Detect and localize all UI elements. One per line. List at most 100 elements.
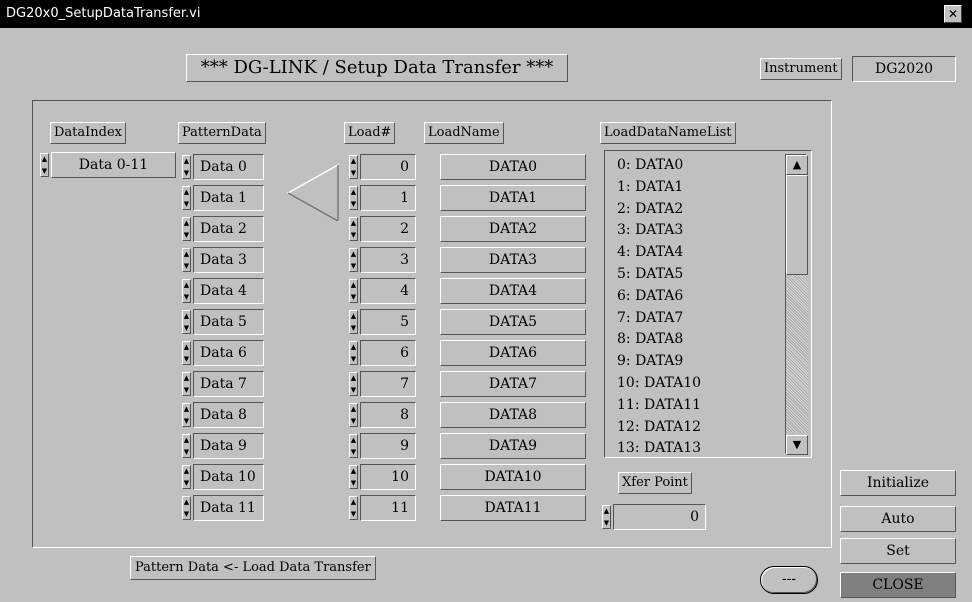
stepper-down-icon[interactable]: ▼ — [183, 385, 190, 397]
pattern-data-control[interactable]: ▲ ▼ Data 4 — [182, 278, 264, 304]
load-num-control-field[interactable]: 11 — [360, 495, 416, 521]
load-name-field[interactable]: DATA3 — [440, 247, 586, 273]
pattern-data-control-field[interactable]: Data 6 — [193, 340, 264, 366]
pattern-data-control-field[interactable]: Data 1 — [193, 185, 264, 211]
set-button[interactable]: Set — [840, 538, 956, 564]
list-item[interactable]: 5: DATA5 — [617, 264, 787, 286]
stepper-down-icon[interactable]: ▼ — [183, 292, 190, 304]
transfer-button[interactable]: Pattern Data <- Load Data Transfer — [130, 556, 376, 580]
stepper[interactable]: ▲ ▼ — [349, 248, 358, 272]
stepper-up-icon[interactable]: ▲ — [603, 506, 610, 518]
pattern-data-control[interactable]: ▲ ▼ Data 9 — [182, 433, 264, 459]
load-num-control[interactable]: ▲ ▼ 5 — [349, 309, 416, 335]
stepper-down-icon[interactable]: ▼ — [350, 416, 357, 428]
stepper-up-icon[interactable]: ▲ — [183, 218, 190, 230]
pattern-data-control[interactable]: ▲ ▼ Data 11 — [182, 495, 264, 521]
stepper[interactable]: ▲ ▼ — [182, 155, 191, 179]
stepper-down-icon[interactable]: ▼ — [183, 416, 190, 428]
stepper[interactable]: ▲ ▼ — [349, 155, 358, 179]
pattern-data-control-field[interactable]: Data 2 — [193, 216, 264, 242]
load-name-field[interactable]: DATA6 — [440, 340, 586, 366]
stepper-down-icon[interactable]: ▼ — [350, 354, 357, 366]
data-index-control[interactable]: ▲ ▼ Data 0-11 — [40, 152, 176, 178]
ellipsis-button[interactable]: --- — [760, 566, 818, 594]
load-num-control[interactable]: ▲ ▼ 2 — [349, 216, 416, 242]
stepper[interactable]: ▲ ▼ — [182, 279, 191, 303]
stepper-down-icon[interactable]: ▼ — [350, 199, 357, 211]
stepper[interactable]: ▲ ▼ — [182, 217, 191, 241]
load-name-field[interactable]: DATA9 — [440, 433, 586, 459]
load-num-control-field[interactable]: 3 — [360, 247, 416, 273]
load-num-control-field[interactable]: 9 — [360, 433, 416, 459]
list-item[interactable]: 4: DATA4 — [617, 242, 787, 264]
stepper[interactable]: ▲ ▼ — [182, 465, 191, 489]
load-num-control-field[interactable]: 0 — [360, 154, 416, 180]
load-name-field[interactable]: DATA7 — [440, 371, 586, 397]
pattern-data-control[interactable]: ▲ ▼ Data 6 — [182, 340, 264, 366]
stepper-down-icon[interactable]: ▼ — [603, 518, 610, 530]
list-item[interactable]: 11: DATA11 — [617, 395, 787, 417]
stepper[interactable]: ▲ ▼ — [349, 434, 358, 458]
stepper[interactable]: ▲ ▼ — [182, 403, 191, 427]
stepper[interactable]: ▲ ▼ — [349, 403, 358, 427]
list-item[interactable]: 12: DATA12 — [617, 417, 787, 439]
list-item[interactable]: 10: DATA10 — [617, 373, 787, 395]
list-item[interactable]: 2: DATA2 — [617, 199, 787, 221]
load-num-control-field[interactable]: 7 — [360, 371, 416, 397]
list-item[interactable]: 8: DATA8 — [617, 329, 787, 351]
stepper[interactable]: ▲ ▼ — [182, 186, 191, 210]
stepper-up-icon[interactable]: ▲ — [183, 435, 190, 447]
stepper-up-icon[interactable]: ▲ — [350, 466, 357, 478]
stepper-up-icon[interactable]: ▲ — [183, 466, 190, 478]
load-num-control[interactable]: ▲ ▼ 1 — [349, 185, 416, 211]
stepper-down-icon[interactable]: ▼ — [41, 166, 48, 178]
data-index-stepper[interactable]: ▲ ▼ — [40, 153, 49, 177]
stepper-down-icon[interactable]: ▼ — [183, 168, 190, 180]
stepper-down-icon[interactable]: ▼ — [183, 447, 190, 459]
pattern-data-control[interactable]: ▲ ▼ Data 8 — [182, 402, 264, 428]
load-name-field[interactable]: DATA11 — [440, 495, 586, 521]
pattern-data-control-field[interactable]: Data 7 — [193, 371, 264, 397]
scroll-thumb[interactable] — [786, 175, 808, 275]
stepper-down-icon[interactable]: ▼ — [350, 323, 357, 335]
stepper-up-icon[interactable]: ▲ — [183, 497, 190, 509]
stepper-up-icon[interactable]: ▲ — [183, 249, 190, 261]
pattern-data-control[interactable]: ▲ ▼ Data 2 — [182, 216, 264, 242]
load-data-name-listbox[interactable]: 0: DATA0 1: DATA1 2: DATA2 3: DATA3 4: DATA4… — [604, 150, 812, 458]
stepper-up-icon[interactable]: ▲ — [350, 249, 357, 261]
stepper[interactable]: ▲ ▼ — [182, 496, 191, 520]
pattern-data-control-field[interactable]: Data 8 — [193, 402, 264, 428]
stepper[interactable]: ▲ ▼ — [182, 434, 191, 458]
load-name-field[interactable]: DATA8 — [440, 402, 586, 428]
load-num-control-field[interactable]: 6 — [360, 340, 416, 366]
xfer-point-stepper[interactable]: ▲ ▼ — [602, 505, 611, 529]
stepper[interactable]: ▲ ▼ — [349, 341, 358, 365]
scroll-down-icon[interactable]: ▼ — [786, 435, 808, 455]
stepper-up-icon[interactable]: ▲ — [183, 404, 190, 416]
scroll-up-icon[interactable]: ▲ — [786, 155, 808, 175]
stepper-down-icon[interactable]: ▼ — [350, 261, 357, 273]
stepper-down-icon[interactable]: ▼ — [350, 292, 357, 304]
pattern-data-control-field[interactable]: Data 3 — [193, 247, 264, 273]
stepper-up-icon[interactable]: ▲ — [350, 404, 357, 416]
pattern-data-control[interactable]: ▲ ▼ Data 7 — [182, 371, 264, 397]
load-name-field[interactable]: DATA0 — [440, 154, 586, 180]
stepper-up-icon[interactable]: ▲ — [183, 373, 190, 385]
load-num-control[interactable]: ▲ ▼ 0 — [349, 154, 416, 180]
list-item[interactable]: 3: DATA3 — [617, 220, 787, 242]
list-item[interactable]: 13: DATA13 — [617, 438, 787, 460]
list-scrollbar[interactable]: ▲ ▼ — [785, 154, 808, 455]
stepper[interactable]: ▲ ▼ — [349, 465, 358, 489]
stepper-up-icon[interactable]: ▲ — [350, 342, 357, 354]
load-num-control[interactable]: ▲ ▼ 6 — [349, 340, 416, 366]
window-close-button[interactable]: ✕ — [944, 5, 962, 23]
stepper-up-icon[interactable]: ▲ — [350, 187, 357, 199]
stepper-down-icon[interactable]: ▼ — [350, 385, 357, 397]
pattern-data-control-field[interactable]: Data 5 — [193, 309, 264, 335]
list-item[interactable]: 0: DATA0 — [617, 155, 787, 177]
load-num-control-field[interactable]: 5 — [360, 309, 416, 335]
data-index-field[interactable]: Data 0-11 — [51, 152, 176, 178]
load-name-field[interactable]: DATA4 — [440, 278, 586, 304]
list-item[interactable]: 1: DATA1 — [617, 177, 787, 199]
stepper-down-icon[interactable]: ▼ — [350, 478, 357, 490]
